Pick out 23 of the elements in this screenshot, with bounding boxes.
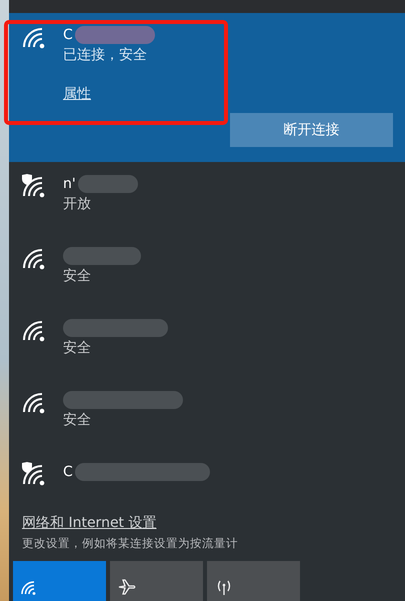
network-name: C [63,464,73,480]
network-status: 安全 [63,267,92,286]
network-item[interactable]: 安全 [9,234,405,306]
network-item[interactable]: 安全 [9,306,405,378]
disconnect-button[interactable]: 断开连接 [230,112,393,147]
network-item[interactable]: n' 开放 [9,162,405,234]
redaction-blur [78,175,138,193]
network-item[interactable]: 安全 [9,378,405,450]
settings-description: 更改设置，例如将某连接设置为按流量计 [22,536,239,551]
hotspot-tile[interactable] [207,561,300,601]
wifi-icon [21,581,37,595]
network-status: 安全 [63,339,92,358]
wifi-tile[interactable] [13,561,106,601]
airplane-icon [118,579,136,595]
network-status: 开放 [63,195,92,214]
airplane-mode-tile[interactable] [110,561,203,601]
network-settings-link[interactable]: 网络和 Internet 设置 [22,514,405,532]
antenna-icon [215,579,233,595]
network-name: C [63,26,73,43]
network-status: 安全 [63,411,92,430]
connection-status: 已连接，安全 [63,46,148,65]
properties-link[interactable]: 属性 [63,84,155,103]
network-name: n' [63,176,76,192]
